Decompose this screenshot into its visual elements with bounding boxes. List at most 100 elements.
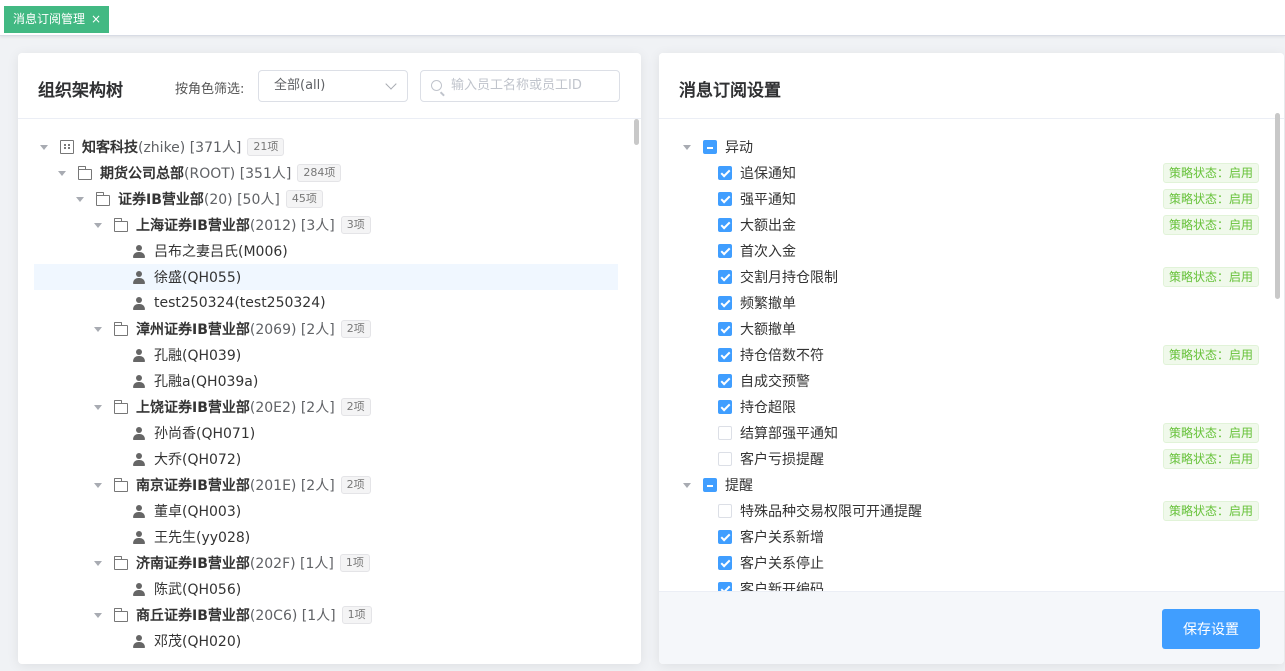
tree-user-node[interactable]: 王先生(yy028) [34, 524, 618, 550]
settings-title: 消息订阅设置 [679, 81, 781, 101]
tree-org-node[interactable]: 漳州证券IB营业部 (2069) [2人] 2项 [34, 316, 618, 342]
item-checkbox[interactable] [718, 374, 732, 388]
user-icon [132, 634, 146, 648]
tree-user-node[interactable]: 邓茂(QH020) [34, 628, 618, 654]
tree-node-name: 孔融(QH039) [154, 348, 242, 364]
subscription-item[interactable]: 交割月持仓限制 策略状态：启用 [659, 264, 1259, 290]
tree-node-name: 吕布之妻吕氏(M006) [154, 244, 288, 260]
caret-down-icon[interactable] [94, 326, 102, 332]
tree-user-node[interactable]: 徐盛(QH055) [34, 264, 618, 290]
settings-scrollbar[interactable] [1275, 113, 1280, 299]
tree-scrollbar[interactable] [634, 119, 639, 145]
tree-org-node[interactable]: 证券IB营业部 (20) [50人] 45项 [34, 186, 618, 212]
subscription-item[interactable]: 大额撤单 [659, 316, 1259, 342]
item-checkbox[interactable] [718, 192, 732, 206]
item-checkbox[interactable] [718, 348, 732, 362]
item-checkbox[interactable] [718, 582, 732, 591]
user-icon [132, 582, 146, 596]
tree-org-node[interactable]: 南京证券IB营业部 (201E) [2人] 2项 [34, 472, 618, 498]
item-checkbox[interactable] [718, 270, 732, 284]
policy-status-badge: 策略状态：启用 [1162, 423, 1259, 443]
subscription-item[interactable]: 持仓倍数不符 策略状态：启用 [659, 342, 1259, 368]
caret-down-icon[interactable] [58, 170, 66, 176]
caret-down-icon[interactable] [94, 222, 102, 228]
tree-org-node[interactable]: 济南证券IB营业部 (202F) [1人] 1项 [34, 550, 618, 576]
subscription-item[interactable]: 持仓超限 [659, 394, 1259, 420]
user-icon [132, 504, 146, 518]
subscription-item[interactable]: 大额出金 策略状态：启用 [659, 212, 1259, 238]
item-checkbox[interactable] [718, 426, 732, 440]
user-icon [132, 270, 146, 284]
tree-org-node[interactable]: 期货公司总部 (ROOT) [351人] 284项 [34, 160, 618, 186]
caret-down-icon[interactable] [683, 482, 691, 488]
item-label: 持仓超限 [740, 400, 796, 416]
tree-node-name: 董卓(QH003) [154, 504, 242, 520]
subscription-item[interactable]: 强平通知 策略状态：启用 [659, 186, 1259, 212]
tree-user-node[interactable]: 大乔(QH072) [34, 446, 618, 472]
tree-user-node[interactable]: 吕布之妻吕氏(M006) [34, 238, 618, 264]
tree-user-node[interactable]: test250324(test250324) [34, 290, 618, 316]
subscription-item[interactable]: 结算部强平通知 策略状态：启用 [659, 420, 1259, 446]
group-checkbox[interactable] [703, 478, 717, 492]
group-label: 异动 [725, 140, 753, 156]
item-checkbox[interactable] [718, 556, 732, 570]
subscription-item[interactable]: 客户关系新增 [659, 524, 1259, 550]
tree-org-node[interactable]: 商丘证券IB营业部 (20C6) [1人] 1项 [34, 602, 618, 628]
role-filter-select[interactable]: 全部(all) [258, 70, 408, 102]
item-checkbox[interactable] [718, 296, 732, 310]
policy-status-badge: 策略状态：启用 [1162, 501, 1259, 521]
tab-message-subscription[interactable]: 消息订阅管理 × [4, 6, 110, 33]
tree-org-node[interactable]: 上海证券IB营业部 (2012) [3人] 3项 [34, 212, 618, 238]
folder-icon [113, 477, 128, 492]
subscription-item[interactable]: 频繁撤单 [659, 290, 1259, 316]
close-icon[interactable]: × [91, 6, 101, 33]
subscription-item[interactable]: 客户新开编码 [659, 576, 1259, 591]
item-checkbox[interactable] [718, 452, 732, 466]
tab-label: 消息订阅管理 [13, 12, 86, 26]
user-icon [132, 244, 146, 258]
tree-org-node[interactable]: 上饶证券IB营业部 (20E2) [2人] 2项 [34, 394, 618, 420]
folder-icon [113, 321, 128, 336]
org-tree-header: 组织架构树 按角色筛选: 全部(all) 输入员工名称或员工ID [18, 53, 641, 119]
group-anomaly[interactable]: 异动 [659, 134, 1259, 160]
caret-down-icon[interactable] [94, 482, 102, 488]
item-label: 客户新开编码 [740, 582, 824, 591]
user-icon [132, 348, 146, 362]
tree-user-node[interactable]: 孙尚香(QH071) [34, 420, 618, 446]
tree-node-name: 徐盛(QH055) [154, 270, 242, 286]
item-checkbox[interactable] [718, 504, 732, 518]
caret-down-icon[interactable] [683, 144, 691, 150]
caret-down-icon[interactable] [76, 196, 84, 202]
caret-down-icon[interactable] [40, 144, 48, 150]
tree-user-node[interactable]: 孔融(QH039) [34, 342, 618, 368]
item-checkbox[interactable] [718, 244, 732, 258]
item-checkbox[interactable] [718, 530, 732, 544]
item-checkbox[interactable] [718, 166, 732, 180]
tree-org-node[interactable]: 知客科技 (zhike) [371人] 21项 [34, 134, 618, 160]
item-label: 强平通知 [740, 192, 796, 208]
subscription-item[interactable]: 追保通知 策略状态：启用 [659, 160, 1259, 186]
tree-user-node[interactable]: 孔融a(QH039a) [34, 368, 618, 394]
item-checkbox[interactable] [718, 218, 732, 232]
subscription-item[interactable]: 自成交预警 [659, 368, 1259, 394]
tree-node-meta: (2012) [3人] [249, 218, 335, 234]
folder-icon [113, 607, 128, 622]
building-icon [60, 140, 74, 154]
caret-down-icon[interactable] [94, 612, 102, 618]
subscription-item[interactable]: 首次入金 [659, 238, 1259, 264]
caret-down-icon[interactable] [94, 404, 102, 410]
policy-status-badge: 策略状态：启用 [1162, 267, 1259, 287]
settings-footer: 保存设置 [659, 591, 1284, 664]
tree-user-node[interactable]: 董卓(QH003) [34, 498, 618, 524]
tree-user-node[interactable]: 陈武(QH056) [34, 576, 618, 602]
save-settings-button[interactable]: 保存设置 [1162, 609, 1260, 649]
group-reminder[interactable]: 提醒 [659, 472, 1259, 498]
subscription-item[interactable]: 特殊品种交易权限可开通提醒 策略状态：启用 [659, 498, 1259, 524]
subscription-item[interactable]: 客户关系停止 [659, 550, 1259, 576]
group-checkbox[interactable] [703, 140, 717, 154]
subscription-item[interactable]: 客户亏损提醒 策略状态：启用 [659, 446, 1259, 472]
item-checkbox[interactable] [718, 322, 732, 336]
employee-search-input[interactable]: 输入员工名称或员工ID [420, 70, 620, 102]
item-checkbox[interactable] [718, 400, 732, 414]
caret-down-icon[interactable] [94, 560, 102, 566]
